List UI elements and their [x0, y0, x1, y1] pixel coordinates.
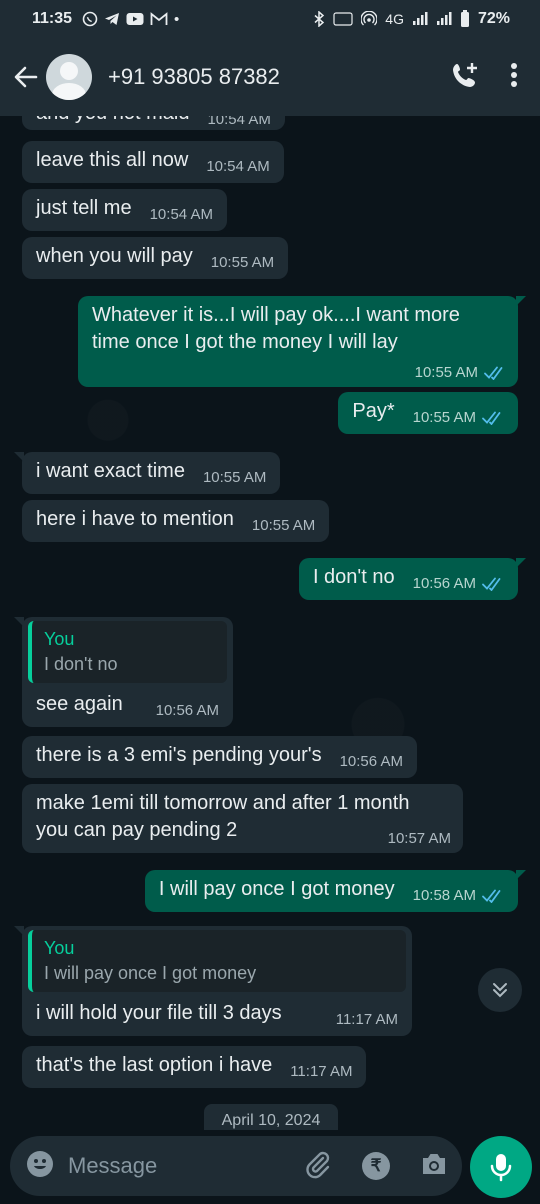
message-text: Whatever it is...I will pay ok....I want…	[92, 304, 460, 353]
message-text: I don't no	[312, 566, 395, 588]
message-bubble[interactable]: and you not maid 10:54 AM	[22, 116, 285, 130]
message-time: 10:55 AM	[412, 409, 476, 426]
back-button[interactable]	[6, 64, 46, 90]
message-text: that's the last option i have	[36, 1054, 273, 1076]
message-bubble[interactable]: You I will pay once I got money i will h…	[14, 926, 412, 1036]
status-dot: •	[174, 10, 180, 28]
message-text: just tell me	[36, 197, 132, 219]
quoted-message[interactable]: You I will pay once I got money	[28, 930, 406, 992]
youtube-icon	[126, 13, 144, 25]
message-bubble[interactable]: here i have to mention 10:55 AM	[22, 500, 330, 542]
quote-text: I will pay once I got money	[44, 963, 257, 983]
whatsapp-icon	[82, 11, 98, 27]
message-bubble[interactable]: when you will pay 10:55 AM	[22, 237, 289, 279]
message-text: leave this all now	[36, 149, 189, 171]
message-composer[interactable]: Message ₹	[10, 1136, 462, 1196]
message-bubble[interactable]: leave this all now 10:54 AM	[22, 141, 284, 183]
message-time: 10:55 AM	[210, 254, 275, 271]
message-bubble[interactable]: just tell me 10:54 AM	[22, 189, 227, 231]
message-time: 10:55 AM	[202, 469, 267, 486]
message-text: when you will pay	[36, 245, 193, 267]
quote-author: You	[44, 629, 75, 649]
message-time: 10:54 AM	[206, 158, 270, 175]
battery-icon	[460, 10, 469, 27]
scroll-to-bottom-button[interactable]	[478, 968, 522, 1012]
read-tick-icon	[482, 577, 501, 591]
read-tick-icon	[484, 366, 503, 380]
message-time: 10:58 AM	[412, 887, 476, 904]
message-bubble[interactable]: that's the last option i have 11:17 AM	[22, 1046, 367, 1088]
emoji-icon[interactable]	[26, 1150, 54, 1183]
microphone-icon	[490, 1154, 512, 1182]
signal-icon	[412, 12, 428, 25]
message-text: there is a 3 emi's pending your's	[36, 744, 322, 766]
bluetooth-icon	[314, 11, 325, 27]
volte-icon	[333, 12, 353, 26]
message-bubble[interactable]: i want exact time 10:55 AM	[13, 452, 281, 494]
status-time: 11:35	[32, 10, 73, 27]
telegram-icon	[105, 13, 120, 25]
add-call-icon[interactable]	[450, 60, 480, 95]
battery-percent: 72%	[477, 10, 510, 27]
message-time: 10:56 AM	[412, 575, 476, 592]
system-indicators: 4G 72%	[313, 10, 510, 28]
message-text: here i have to mention	[36, 508, 234, 530]
voice-message-button[interactable]	[470, 1136, 532, 1198]
message-text: Pay*	[352, 400, 395, 422]
read-tick-icon	[482, 889, 501, 903]
back-arrow-icon	[14, 66, 38, 88]
message-text: I will pay once I got money	[158, 878, 395, 900]
message-time: 10:56 AM	[155, 702, 219, 719]
notification-icons: •	[82, 11, 179, 28]
quote-author: You	[44, 938, 75, 958]
message-bubble[interactable]: I don't no 10:56 AM	[298, 558, 527, 600]
date-chip: April 10, 2024	[204, 1104, 338, 1130]
message-time: 11:17 AM	[335, 1011, 398, 1028]
camera-icon[interactable]	[420, 1151, 448, 1182]
message-time: 11:17 AM	[290, 1063, 353, 1080]
message-text: i will hold your file till 3 days	[36, 1002, 282, 1024]
message-time: 10:54 AM	[149, 206, 213, 223]
quote-text: I don't no	[44, 654, 118, 674]
chat-header: +91 93805 87382	[0, 38, 540, 116]
message-bubble[interactable]: make 1emi till tomorrow and after 1 mont…	[22, 784, 463, 853]
payment-icon[interactable]: ₹	[362, 1152, 390, 1180]
contact-name[interactable]: +91 93805 87382	[108, 64, 280, 90]
message-time: 10:56 AM	[339, 753, 403, 770]
avatar[interactable]	[46, 54, 92, 100]
network-type: 4G	[385, 11, 404, 27]
more-options-icon[interactable]	[510, 62, 518, 93]
attach-icon[interactable]	[302, 1149, 332, 1184]
chat-area[interactable]: and you not maid 10:54 AM leave this all…	[0, 116, 540, 1130]
double-chevron-down-icon	[493, 983, 507, 998]
hotspot-icon	[361, 11, 378, 26]
message-time: 10:55 AM	[251, 517, 316, 534]
message-time: 10:57 AM	[387, 830, 451, 847]
message-input[interactable]: Message	[68, 1153, 157, 1179]
message-text: and you not maid	[36, 116, 189, 124]
gmail-icon	[150, 12, 168, 25]
signal-icon-2	[436, 12, 452, 25]
message-text: i want exact time	[36, 460, 185, 482]
quoted-message[interactable]: You I don't no	[28, 621, 227, 683]
message-text: see again	[36, 693, 123, 715]
message-time: 10:55 AM	[414, 364, 478, 381]
message-bubble[interactable]: Whatever it is...I will pay ok....I want…	[78, 296, 526, 387]
status-bar: 11:35 • 4G 72%	[0, 0, 540, 38]
message-bubble[interactable]: Pay* 10:55 AM	[338, 392, 518, 434]
message-bubble[interactable]: You I don't no see again 10:56 AM	[14, 617, 233, 727]
message-time: 10:54 AM	[207, 116, 271, 128]
message-bubble[interactable]: I will pay once I got money 10:58 AM	[144, 870, 527, 912]
message-bubble[interactable]: there is a 3 emi's pending your's 10:56 …	[22, 736, 417, 778]
read-tick-icon	[482, 411, 501, 425]
message-text: make 1emi till tomorrow and after 1 mont…	[36, 792, 410, 841]
